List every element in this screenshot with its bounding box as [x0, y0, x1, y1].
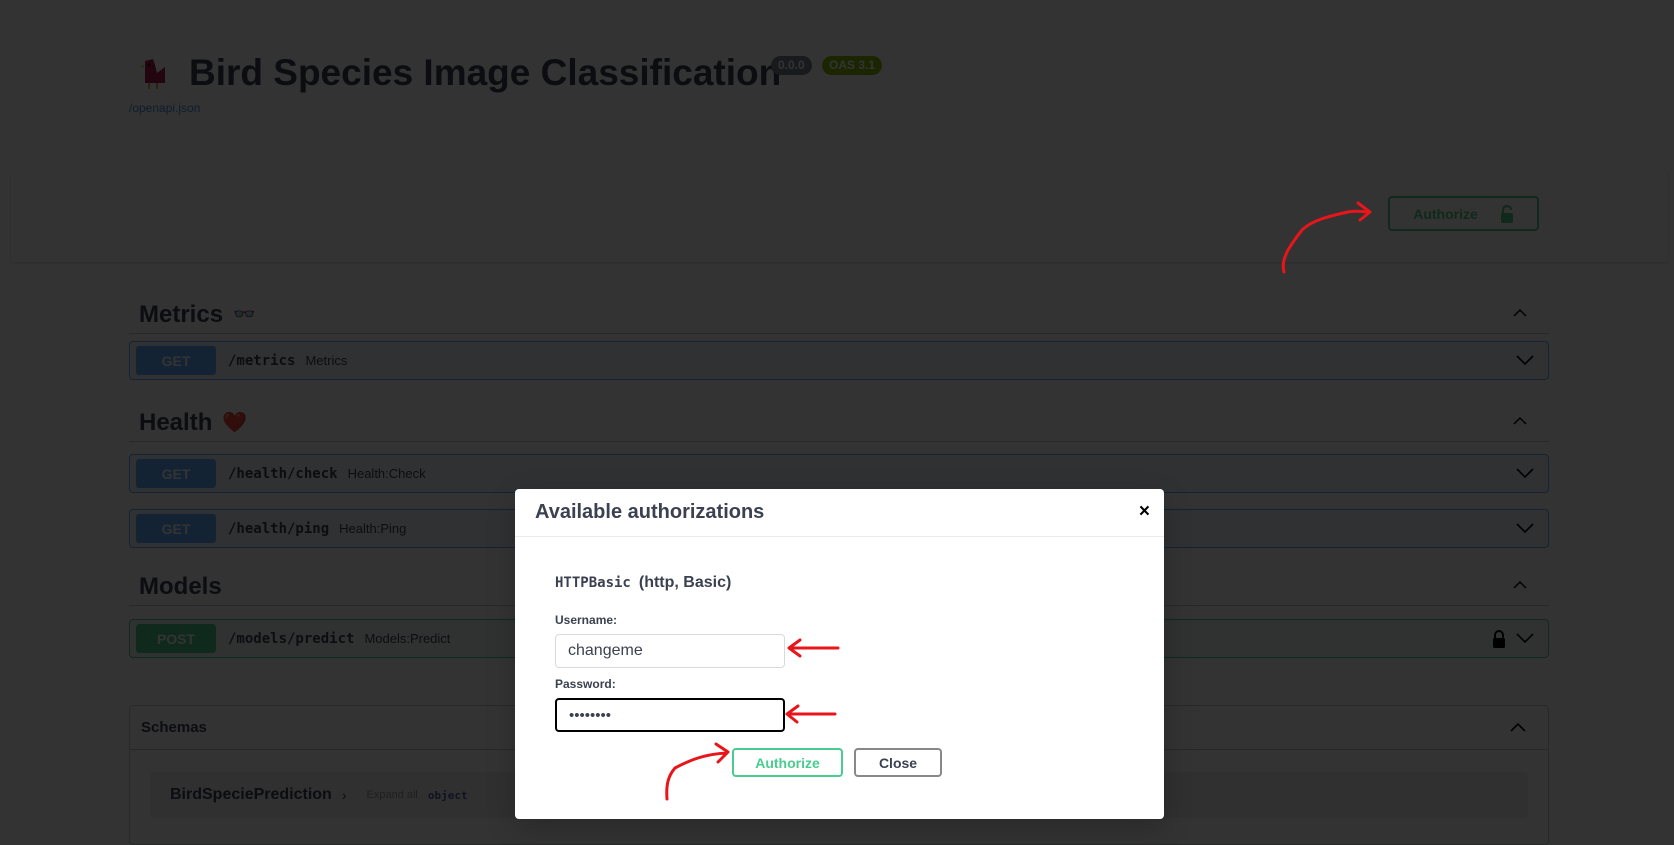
page-title: Bird Species Image Classification	[189, 52, 782, 93]
modal-close-button[interactable]: Close	[854, 748, 942, 777]
operation-get-metrics[interactable]: GET /metrics Metrics	[129, 341, 1549, 380]
op-path: /models/predict	[228, 630, 355, 647]
authorize-label: Authorize	[1413, 205, 1478, 222]
expand-all-link[interactable]: Expand all	[367, 789, 418, 801]
section-title: Health	[139, 408, 213, 436]
scheme-description: (http, Basic)	[638, 574, 732, 591]
method-badge: POST	[136, 624, 216, 653]
chevron-right-icon: ›	[341, 787, 347, 803]
op-path: /metrics	[228, 352, 296, 369]
op-path: /health/check	[228, 465, 338, 482]
modal-title: Available authorizations	[535, 501, 765, 523]
chevron-up-icon[interactable]	[1510, 721, 1526, 733]
oas-badge: OAS 3.1	[822, 56, 883, 75]
chevron-up-icon[interactable]	[1513, 578, 1527, 592]
chevron-down-icon[interactable]	[1516, 522, 1534, 534]
schemas-title: Schemas	[141, 719, 207, 736]
method-badge: GET	[136, 514, 216, 543]
password-input[interactable]	[555, 698, 785, 732]
section-title: Metrics	[139, 300, 224, 328]
op-path: /health/ping	[228, 520, 330, 537]
chevron-down-icon[interactable]	[1516, 632, 1534, 644]
username-input[interactable]	[555, 634, 785, 668]
op-summary: Health:Ping	[339, 521, 407, 536]
chevron-up-icon[interactable]	[1513, 306, 1527, 320]
model-type: object	[427, 788, 468, 802]
bird-logo-icon	[137, 55, 173, 91]
chevron-down-icon[interactable]	[1516, 354, 1534, 366]
lock-icon[interactable]	[1492, 630, 1506, 648]
section-health[interactable]: Health ❤️	[129, 404, 1549, 442]
chevron-down-icon[interactable]	[1516, 467, 1534, 479]
method-badge: GET	[136, 346, 216, 375]
authorize-button[interactable]: Authorize	[1388, 196, 1539, 231]
section-metrics[interactable]: Metrics 👓	[129, 296, 1549, 334]
password-label: Password:	[555, 677, 616, 691]
close-icon[interactable]: ×	[1139, 501, 1150, 523]
operation-get-health-check[interactable]: GET /health/check Health:Check	[129, 454, 1549, 493]
glasses-icon: 👓	[233, 304, 256, 324]
op-summary: Models:Predict	[364, 631, 451, 646]
username-label: Username:	[555, 613, 618, 627]
openapi-link[interactable]: /openapi.json	[129, 101, 200, 115]
op-summary: Metrics	[305, 353, 348, 368]
method-badge: GET	[136, 459, 216, 488]
op-summary: Health:Check	[347, 466, 426, 481]
scheme-name: HTTPBasic	[555, 575, 631, 591]
section-title: Models	[139, 572, 222, 600]
model-name: BirdSpeciePrediction	[170, 786, 332, 803]
chevron-up-icon[interactable]	[1513, 414, 1527, 428]
modal-authorize-button[interactable]: Authorize	[732, 748, 843, 777]
unlock-icon	[1500, 204, 1513, 223]
auth-modal: Available authorizations × HTTPBasic (ht…	[515, 489, 1164, 819]
version-badge: 0.0.0	[771, 56, 812, 75]
heart-icon: ❤️	[222, 412, 248, 434]
